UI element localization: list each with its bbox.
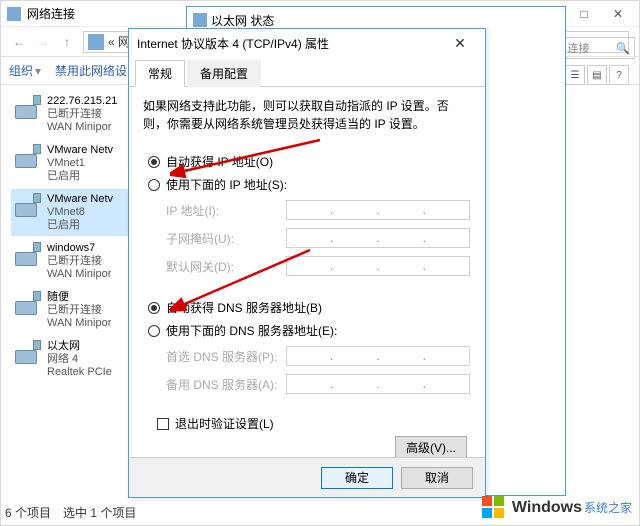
checkbox-label: 退出时验证设置(L) xyxy=(175,415,274,432)
connection-list: 222.76.215.21 已断开连接 WAN Minipor VMware N… xyxy=(11,91,131,385)
toolbar-disable[interactable]: 禁用此网络设 xyxy=(55,62,127,79)
windows-logo-icon xyxy=(482,496,506,520)
dlg-body: 如果网络支持此功能，则可以获取自动指派的 IP 设置。否则，你需要从网络系统管理… xyxy=(129,87,485,474)
field-subnet-mask: 子网掩码(U): ... xyxy=(144,224,470,252)
tab-strip: 常规 备用配置 xyxy=(129,57,485,87)
field-ip-address: IP 地址(I): ... xyxy=(144,196,470,224)
nav-up-icon[interactable]: ↑ xyxy=(55,30,79,54)
radio-label: 使用下面的 DNS 服务器地址(E): xyxy=(166,322,337,339)
watermark: Windows系统之家 xyxy=(482,496,632,520)
radio-icon xyxy=(148,302,160,314)
nav-back-icon[interactable]: ← xyxy=(7,30,31,54)
dlg-title: Internet 协议版本 4 (TCP/IPv4) 属性 xyxy=(137,35,443,52)
nic-icon xyxy=(13,242,41,270)
ip-address-input[interactable]: ... xyxy=(286,200,470,220)
mid-window-title: 以太网 状态 xyxy=(211,12,274,29)
dlg-footer: 确定 取消 xyxy=(129,457,485,497)
close-button[interactable]: ✕ xyxy=(443,32,477,54)
radio-dns-manual[interactable]: 使用下面的 DNS 服务器地址(E): xyxy=(144,319,470,342)
ip-group: 自动获得 IP 地址(O) 使用下面的 IP 地址(S): IP 地址(I): … xyxy=(143,147,471,287)
chevron-down-icon: ▾ xyxy=(35,64,41,78)
search-placeholder: 连接 xyxy=(568,40,590,56)
list-item[interactable]: windows7 已断开连接 WAN Minipor xyxy=(11,238,131,285)
nic-icon xyxy=(13,291,41,319)
radio-icon xyxy=(148,179,160,191)
toolbar-organize[interactable]: 组织 ▾ xyxy=(9,62,41,79)
radio-ip-auto[interactable]: 自动获得 IP 地址(O) xyxy=(144,150,470,173)
close-button[interactable]: ✕ xyxy=(601,3,635,25)
watermark-brand: Windows xyxy=(512,499,582,516)
nav-fwd-icon[interactable]: → xyxy=(31,30,55,54)
dns-alternate-input[interactable]: ... xyxy=(286,374,470,394)
radio-label: 自动获得 DNS 服务器地址(B) xyxy=(166,299,322,316)
nic-icon xyxy=(13,193,41,221)
field-label: IP 地址(I): xyxy=(166,202,286,219)
field-dns-preferred: 首选 DNS 服务器(P): ... xyxy=(144,342,470,370)
list-item[interactable]: VMware Netv VMnet1 已启用 xyxy=(11,140,131,187)
description-text: 如果网络支持此功能，则可以获取自动指派的 IP 设置。否则，你需要从网络系统管理… xyxy=(143,97,471,133)
field-dns-alternate: 备用 DNS 服务器(A): ... xyxy=(144,370,470,398)
view-list-button[interactable]: ☰ xyxy=(565,65,585,85)
field-label: 默认网关(D): xyxy=(166,258,286,275)
watermark-sub: 系统之家 xyxy=(584,501,632,515)
field-label: 子网掩码(U): xyxy=(166,230,286,247)
search-icon: 🔍 xyxy=(616,42,630,55)
list-item[interactable]: 随便 已断开连接 WAN Minipor xyxy=(11,287,131,334)
field-label: 备用 DNS 服务器(A): xyxy=(166,376,286,393)
nic-icon xyxy=(13,144,41,172)
subnet-mask-input[interactable]: ... xyxy=(286,228,470,248)
status-bar: 6 个项目 选中 1 个项目 xyxy=(5,504,136,521)
back-window-title: 网络连接 xyxy=(27,5,75,22)
field-default-gateway: 默认网关(D): ... xyxy=(144,252,470,280)
radio-label: 使用下面的 IP 地址(S): xyxy=(166,176,287,193)
view-details-button[interactable]: ▤ xyxy=(587,65,607,85)
dlg-titlebar: Internet 协议版本 4 (TCP/IPv4) 属性 ✕ xyxy=(129,29,485,57)
validate-on-exit-row[interactable]: 退出时验证设置(L) xyxy=(143,411,471,436)
nic-icon xyxy=(13,95,41,123)
radio-icon xyxy=(148,325,160,337)
tab-general[interactable]: 常规 xyxy=(135,60,185,87)
status-count: 6 个项目 xyxy=(5,504,51,521)
radio-dns-auto[interactable]: 自动获得 DNS 服务器地址(B) xyxy=(144,296,470,319)
nic-icon xyxy=(193,13,207,27)
ipv4-properties-dialog: Internet 协议版本 4 (TCP/IPv4) 属性 ✕ 常规 备用配置 … xyxy=(128,28,486,498)
nic-icon xyxy=(13,340,41,368)
ok-button[interactable]: 确定 xyxy=(321,467,393,489)
gateway-input[interactable]: ... xyxy=(286,256,470,276)
nic-small-icon xyxy=(7,7,21,21)
list-item-selected[interactable]: VMware Netv VMnet8 已启用 xyxy=(11,189,131,236)
radio-label: 自动获得 IP 地址(O) xyxy=(166,153,273,170)
status-selected: 选中 1 个项目 xyxy=(63,504,136,521)
help-button[interactable]: ? xyxy=(609,65,629,85)
checkbox-icon xyxy=(157,418,169,430)
breadcrumb-icon xyxy=(88,34,104,50)
list-item[interactable]: 以太网 网络 4 Realtek PCIe xyxy=(11,336,131,383)
tab-alternate[interactable]: 备用配置 xyxy=(187,60,261,87)
maximize-button[interactable]: □ xyxy=(567,3,601,25)
dns-preferred-input[interactable]: ... xyxy=(286,346,470,366)
radio-ip-manual[interactable]: 使用下面的 IP 地址(S): xyxy=(144,173,470,196)
radio-icon xyxy=(148,156,160,168)
dns-group: 自动获得 DNS 服务器地址(B) 使用下面的 DNS 服务器地址(E): 首选… xyxy=(143,293,471,405)
advanced-button[interactable]: 高级(V)... xyxy=(395,436,467,458)
field-label: 首选 DNS 服务器(P): xyxy=(166,348,286,365)
list-item[interactable]: 222.76.215.21 已断开连接 WAN Minipor xyxy=(11,91,131,138)
cancel-button[interactable]: 取消 xyxy=(401,467,473,489)
